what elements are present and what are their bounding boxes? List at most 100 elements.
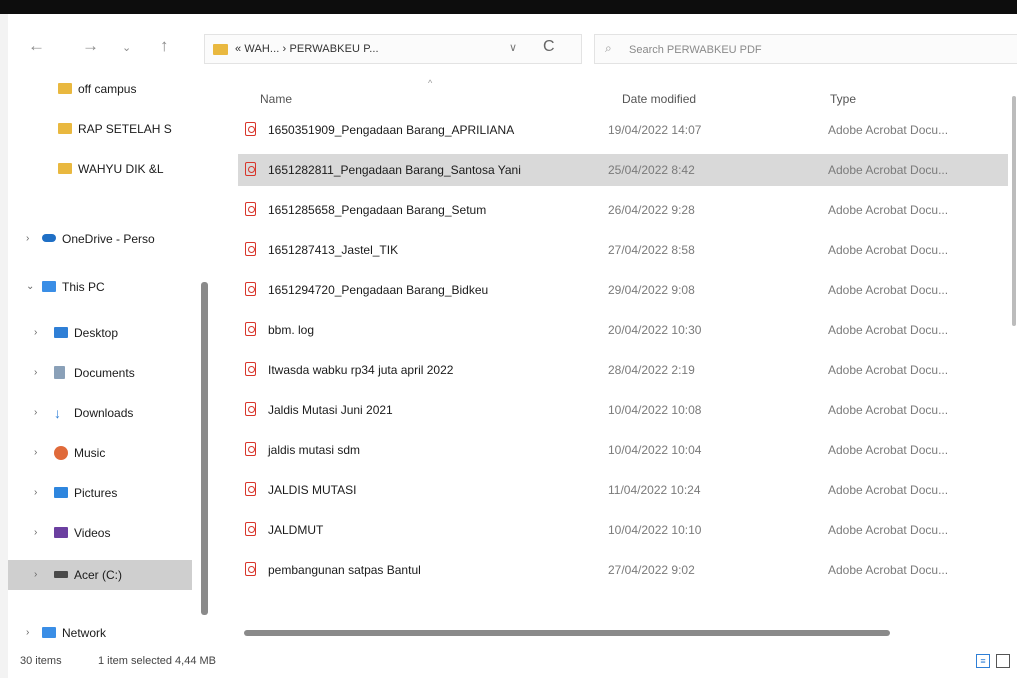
sidebar-item-acer-c[interactable]: › Acer (C:) [8, 560, 192, 590]
column-header-name[interactable]: Name [260, 92, 292, 106]
refresh-icon[interactable]: C [543, 38, 555, 56]
folder-icon [58, 163, 72, 174]
address-bar[interactable]: « WAH... › PERWABKEU P... ∨ C [204, 34, 582, 64]
sidebar-item-videos[interactable]: › Videos [8, 518, 200, 548]
chevron-right-icon[interactable]: › [34, 560, 37, 590]
file-name: 1651285658_Pengadaan Barang_Setum [268, 203, 487, 217]
selection-info: 1 item selected 4,44 MB [98, 655, 217, 667]
file-list: ^ Name Date modified Type 1650351909_Pen… [226, 74, 1017, 644]
sidebar-item-this-pc[interactable]: ⌄ This PC [8, 272, 200, 302]
file-row[interactable]: JALDIS MUTASI 11/04/2022 10:24 Adobe Acrob… [238, 474, 1008, 506]
forward-arrow-icon[interactable]: → [82, 36, 99, 56]
file-type: Adobe Acrobat Docu... [828, 243, 949, 257]
sidebar-item-pictures[interactable]: › Pictures [8, 478, 200, 508]
sidebar-item-label: RAP SETELAH S [78, 122, 172, 136]
sidebar-item-music[interactable]: › Music [8, 438, 200, 468]
file-date: 19/04/2022 14:07 [608, 123, 702, 137]
pdf-file-icon [245, 362, 256, 376]
pdf-file-icon [245, 282, 256, 296]
file-row[interactable]: 1651282811_Pengadaan Barang_Santosa Yani… [238, 154, 1008, 186]
file-row[interactable]: Jaldis Mutasi Juni 2021 10/04/2022 10:08 A… [238, 394, 1008, 426]
back-arrow-icon[interactable]: ← [28, 36, 45, 56]
network-icon [42, 627, 56, 638]
sidebar-item-label: off campus [78, 82, 137, 96]
chevron-down-icon[interactable]: ⌄ [122, 38, 131, 58]
pdf-file-icon [245, 402, 256, 416]
file-row[interactable]: Itwasda wabku rp34 juta april 2022 28/04/… [238, 354, 1008, 386]
folder-icon [58, 83, 72, 94]
music-icon [54, 446, 68, 460]
sidebar-item-wahyu-dik[interactable]: WAHYU DIK &L [8, 154, 200, 184]
sidebar-item-network[interactable]: › Network [8, 618, 200, 648]
navigation-bar: ← → ⌄ ↑ « WAH... › PERWABKEU P... ∨ C ⌕ … [8, 14, 1017, 74]
sidebar-item-label: Documents [74, 366, 135, 380]
file-name: 1651282811_Pengadaan Barang_Santosa Yani [268, 163, 521, 177]
file-row[interactable]: bbm. log 20/04/2022 10:30 Adobe Acrobat Do… [238, 314, 1008, 346]
search-input[interactable]: Search PERWABKEU PDF [629, 44, 762, 56]
column-header-type[interactable]: Type [830, 92, 856, 106]
up-arrow-icon[interactable]: ↑ [160, 36, 169, 56]
chevron-right-icon[interactable]: › [34, 478, 37, 508]
file-row[interactable]: 1651285658_Pengadaan Barang_Setum 26/04/2… [238, 194, 1008, 226]
sidebar-item-rap-setelah[interactable]: RAP SETELAH S [8, 114, 200, 144]
sidebar-item-downloads[interactable]: › ↓ Downloads [8, 398, 200, 428]
sidebar-item-onedrive[interactable]: › OneDrive - Perso [8, 224, 200, 254]
file-row[interactable]: 1651294720_Pengadaan Barang_Bidkeu 29/04/… [238, 274, 1008, 306]
chevron-right-icon[interactable]: › [34, 518, 37, 548]
horizontal-scrollbar[interactable] [244, 630, 890, 636]
sidebar-scrollbar[interactable] [201, 282, 208, 615]
breadcrumb[interactable]: « WAH... › PERWABKEU P... [235, 43, 379, 55]
pdf-file-icon [245, 162, 256, 176]
file-row[interactable]: 1651287413_Jastel_TIK 27/04/2022 8:58 Adob… [238, 234, 1008, 266]
pdf-file-icon [245, 522, 256, 536]
window-top-edge [0, 0, 1017, 14]
chevron-right-icon[interactable]: › [34, 398, 37, 428]
file-row[interactable]: 1650351909_Pengadaan Barang_APRILIANA 19/… [238, 114, 1008, 146]
chevron-right-icon[interactable]: › [34, 438, 37, 468]
address-dropdown-icon[interactable]: ∨ [509, 41, 517, 54]
file-type: Adobe Acrobat Docu... [828, 203, 949, 217]
chevron-right-icon[interactable]: › [34, 358, 37, 388]
chevron-right-icon[interactable]: › [26, 618, 29, 648]
pdf-file-icon [245, 442, 256, 456]
search-box[interactable]: ⌕ Search PERWABKEU PDF [594, 34, 1017, 64]
file-row[interactable]: pembangunan satpas Bantul 27/04/2022 9:02… [238, 554, 1008, 586]
file-date: 25/04/2022 8:42 [608, 163, 695, 177]
large-icons-view-icon[interactable] [996, 654, 1010, 668]
file-date: 27/04/2022 8:58 [608, 243, 695, 257]
chevron-down-icon[interactable]: ⌄ [26, 272, 34, 302]
vertical-scrollbar[interactable] [1012, 96, 1016, 326]
file-type: Adobe Acrobat Docu... [828, 483, 949, 497]
file-date: 20/04/2022 10:30 [608, 323, 702, 337]
window-left-edge [0, 14, 8, 678]
file-name: JALDIS MUTASI [268, 483, 357, 497]
item-count: 30 items [20, 655, 62, 667]
file-type: Adobe Acrobat Docu... [828, 523, 949, 537]
pdf-file-icon [245, 242, 256, 256]
pictures-icon [54, 487, 68, 498]
documents-icon [54, 366, 65, 379]
sidebar-item-documents[interactable]: › Documents [8, 358, 200, 388]
chevron-right-icon[interactable]: › [26, 224, 29, 254]
column-header-date[interactable]: Date modified [622, 92, 696, 106]
folder-icon [58, 123, 72, 134]
chevron-right-icon[interactable]: › [34, 318, 37, 348]
file-type: Adobe Acrobat Docu... [828, 403, 949, 417]
file-row[interactable]: jaldis mutasi sdm 10/04/2022 10:04 Adobe A… [238, 434, 1008, 466]
sidebar-item-label: Acer (C:) [74, 568, 122, 582]
sidebar-item-desktop[interactable]: › Desktop [8, 318, 200, 348]
file-name: jaldis mutasi sdm [268, 443, 361, 457]
file-type: Adobe Acrobat Docu... [828, 163, 949, 177]
sidebar-item-off-campus[interactable]: off campus [8, 74, 200, 104]
file-date: 11/04/2022 10:24 [608, 483, 701, 497]
file-row[interactable]: JALDMUT 10/04/2022 10:10 Adobe Acrobat Doc… [238, 514, 1008, 546]
file-type: Adobe Acrobat Docu... [828, 123, 949, 137]
desktop-icon [54, 327, 68, 338]
sidebar-item-label: Downloads [74, 406, 134, 420]
sidebar-item-label: Desktop [74, 326, 119, 340]
status-bar: 30 items 1 item selected 4,44 MB ≡ [8, 646, 1017, 678]
pdf-file-icon [245, 482, 256, 496]
details-view-icon[interactable]: ≡ [976, 654, 990, 668]
cloud-icon [42, 234, 56, 242]
sidebar-item-label: Network [62, 626, 107, 640]
